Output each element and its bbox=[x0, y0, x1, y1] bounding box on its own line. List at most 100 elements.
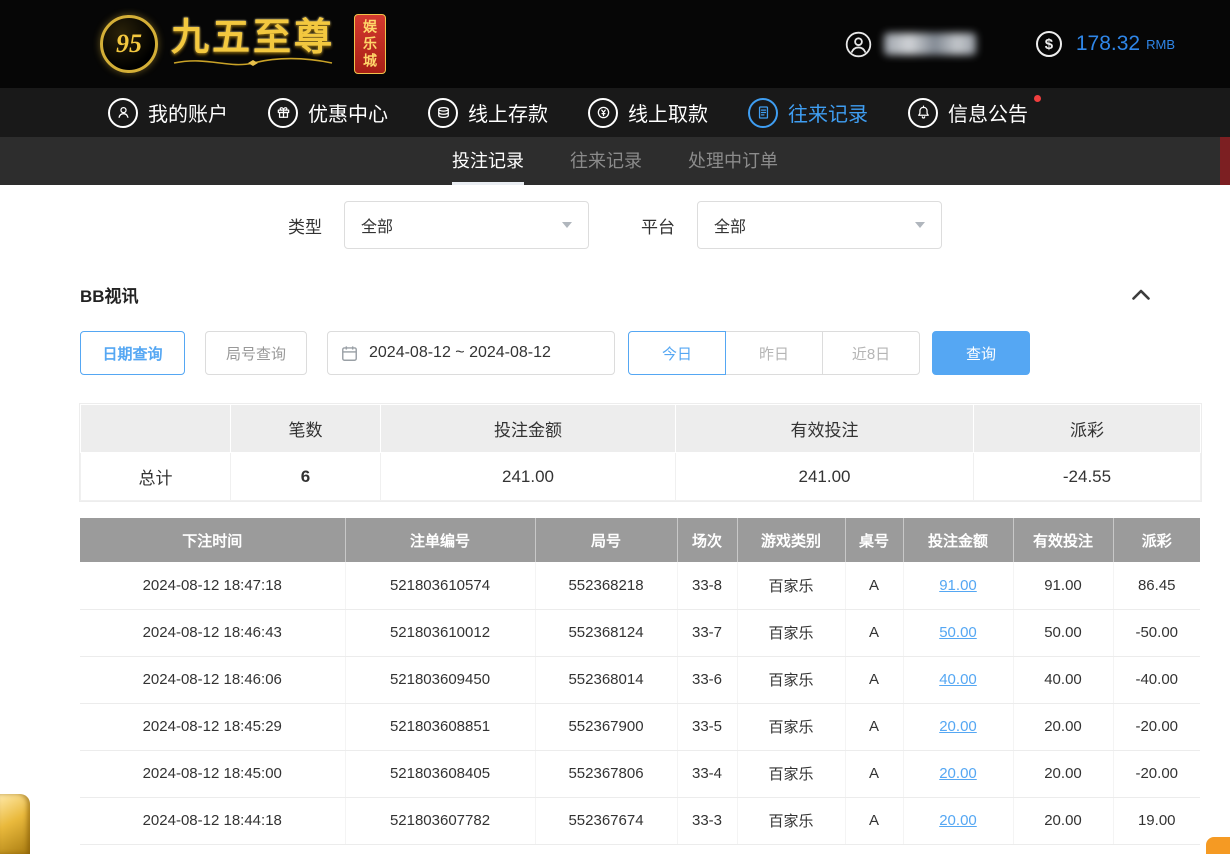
last-8-days-button[interactable]: 近8日 bbox=[822, 331, 920, 375]
site-logo: 95 九五至尊 娱乐城 bbox=[100, 14, 386, 74]
date-preset-group: 今日 昨日 近8日 bbox=[628, 331, 920, 375]
nav-label: 线上取款 bbox=[628, 98, 708, 127]
nav-item-deposit[interactable]: 线上存款 bbox=[428, 98, 548, 128]
summary-count-value: 6 bbox=[231, 453, 381, 501]
summary-payout-value: -24.55 bbox=[974, 453, 1201, 501]
today-button[interactable]: 今日 bbox=[628, 331, 726, 375]
round-query-button[interactable]: 局号查询 bbox=[205, 331, 307, 375]
tab-bet-records[interactable]: 投注记录 bbox=[452, 137, 524, 185]
collapse-section-button[interactable] bbox=[1132, 289, 1150, 300]
username-blurred[interactable] bbox=[884, 33, 976, 55]
session-cell: 33-7 bbox=[677, 609, 737, 656]
round-cell: 552368014 bbox=[535, 656, 677, 703]
nav-label: 信息公告 bbox=[948, 98, 1028, 127]
bet-amount-cell: 91.00 bbox=[903, 562, 1013, 609]
valid-bet-cell: 91.00 bbox=[1013, 562, 1113, 609]
session-cell: 33-4 bbox=[677, 750, 737, 797]
table-header-row: 下注时间 注单编号 局号 场次 游戏类别 桌号 投注金额 有效投注 派彩 bbox=[80, 518, 1200, 562]
payout-cell: -20.00 bbox=[1113, 703, 1200, 750]
nav-label: 往来记录 bbox=[788, 98, 868, 127]
col-bet-id: 注单编号 bbox=[345, 518, 535, 562]
bet-amount-link[interactable]: 20.00 bbox=[939, 718, 977, 735]
nav-item-announcements[interactable]: 信息公告 bbox=[908, 98, 1028, 128]
round-cell: 552367900 bbox=[535, 703, 677, 750]
bet-time-cell: 2024-08-12 18:46:43 bbox=[80, 609, 345, 656]
summary-bet-value: 241.00 bbox=[381, 453, 676, 501]
bet-time-cell: 2024-08-12 18:44:18 bbox=[80, 797, 345, 844]
bet-time-cell: 2024-08-12 18:47:18 bbox=[80, 562, 345, 609]
summary-total-row: 总计 6 241.00 241.00 -24.55 bbox=[81, 453, 1201, 501]
tab-processing-orders[interactable]: 处理中订单 bbox=[688, 137, 778, 185]
gift-icon bbox=[268, 98, 298, 128]
summary-bet-header: 投注金额 bbox=[381, 405, 676, 453]
valid-bet-cell: 40.00 bbox=[1013, 656, 1113, 703]
corner-widget-fragment[interactable] bbox=[1206, 837, 1230, 854]
session-cell: 33-3 bbox=[677, 797, 737, 844]
payout-cell: -50.00 bbox=[1113, 609, 1200, 656]
search-button[interactable]: 查询 bbox=[932, 331, 1030, 375]
nav-label: 线上存款 bbox=[468, 98, 548, 127]
chevron-up-icon bbox=[1132, 289, 1150, 300]
bet-amount-link[interactable]: 40.00 bbox=[939, 671, 977, 688]
platform-filter-label: 平台 bbox=[641, 213, 675, 238]
table-row: 2024-08-12 18:47:18 521803610574 5523682… bbox=[80, 562, 1200, 609]
top-header: 95 九五至尊 娱乐城 $ 178.32 RMB bbox=[0, 0, 1230, 88]
type-select[interactable]: 全部 bbox=[344, 201, 589, 249]
yuan-coin-icon bbox=[588, 98, 618, 128]
bet-amount-link[interactable]: 50.00 bbox=[939, 624, 977, 641]
summary-header-row: 笔数 投注金额 有效投注 派彩 bbox=[81, 405, 1201, 453]
chevron-down-icon bbox=[562, 222, 572, 228]
col-session: 场次 bbox=[677, 518, 737, 562]
filter-row: 类型 全部 平台 全部 bbox=[288, 201, 1230, 249]
bet-id-cell: 521803607782 bbox=[345, 797, 535, 844]
col-bet-time: 下注时间 bbox=[80, 518, 345, 562]
table-row: 2024-08-12 18:44:18 521803607782 5523676… bbox=[80, 797, 1200, 844]
valid-bet-cell: 20.00 bbox=[1013, 797, 1113, 844]
record-tabs: 投注记录 往来记录 处理中订单 bbox=[0, 137, 1230, 185]
bet-amount-cell: 20.00 bbox=[903, 797, 1013, 844]
table-row: 2024-08-12 18:46:43 521803610012 5523681… bbox=[80, 609, 1200, 656]
game-type-cell: 百家乐 bbox=[737, 750, 845, 797]
table-no-cell: A bbox=[845, 609, 903, 656]
logo-emblem-icon: 95 bbox=[100, 15, 158, 73]
user-avatar-icon[interactable] bbox=[845, 31, 872, 58]
valid-bet-cell: 50.00 bbox=[1013, 609, 1113, 656]
col-game-type: 游戏类别 bbox=[737, 518, 845, 562]
col-valid-bet: 有效投注 bbox=[1013, 518, 1113, 562]
bet-amount-link[interactable]: 20.00 bbox=[939, 765, 977, 782]
nav-item-withdraw[interactable]: 线上取款 bbox=[588, 98, 708, 128]
platform-select[interactable]: 全部 bbox=[697, 201, 942, 249]
balance-coin-icon[interactable]: $ bbox=[1036, 31, 1062, 57]
table-no-cell: A bbox=[845, 750, 903, 797]
game-type-cell: 百家乐 bbox=[737, 797, 845, 844]
date-query-button[interactable]: 日期查询 bbox=[80, 331, 185, 375]
bet-amount-link[interactable]: 91.00 bbox=[939, 577, 977, 594]
floating-promo-fragment[interactable] bbox=[0, 794, 30, 854]
nav-label: 我的账户 bbox=[148, 98, 228, 127]
coins-icon bbox=[428, 98, 458, 128]
table-no-cell: A bbox=[845, 703, 903, 750]
table-no-cell: A bbox=[845, 797, 903, 844]
payout-cell: 19.00 bbox=[1113, 797, 1200, 844]
query-toolbar: 日期查询 局号查询 2024-08-12 ~ 2024-08-12 今日 昨日 … bbox=[80, 331, 1150, 375]
tab-transaction-records[interactable]: 往来记录 bbox=[570, 137, 642, 185]
logo-badge: 娱乐城 bbox=[354, 14, 386, 74]
main-navigation: 我的账户 优惠中心 线上存款 线上取款 往来记录 信息公告 bbox=[0, 88, 1230, 137]
table-row: 2024-08-12 18:46:06 521803609450 5523680… bbox=[80, 656, 1200, 703]
session-cell: 33-5 bbox=[677, 703, 737, 750]
calendar-icon bbox=[340, 344, 359, 363]
bet-amount-link[interactable]: 20.00 bbox=[939, 812, 977, 829]
col-payout: 派彩 bbox=[1113, 518, 1200, 562]
platform-select-value: 全部 bbox=[714, 213, 746, 237]
date-range-input[interactable]: 2024-08-12 ~ 2024-08-12 bbox=[327, 331, 615, 375]
edge-decoration bbox=[1220, 137, 1230, 185]
nav-item-promotions[interactable]: 优惠中心 bbox=[268, 98, 388, 128]
round-cell: 552368124 bbox=[535, 609, 677, 656]
round-cell: 552368218 bbox=[535, 562, 677, 609]
bet-id-cell: 521803608851 bbox=[345, 703, 535, 750]
yesterday-button[interactable]: 昨日 bbox=[725, 331, 823, 375]
summary-valid-header: 有效投注 bbox=[676, 405, 974, 453]
bet-id-cell: 521803610574 bbox=[345, 562, 535, 609]
nav-item-my-account[interactable]: 我的账户 bbox=[108, 98, 228, 128]
nav-item-records[interactable]: 往来记录 bbox=[748, 98, 868, 128]
